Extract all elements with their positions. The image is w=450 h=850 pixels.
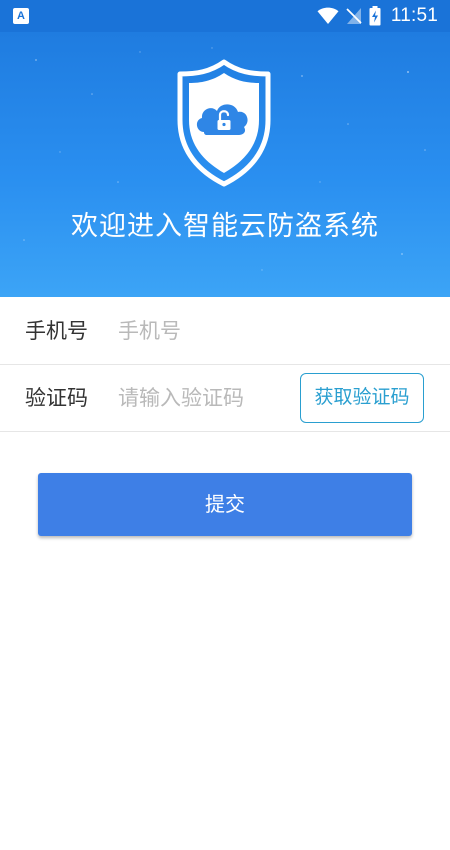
code-label: 验证码 (25, 386, 88, 410)
page-title: 欢迎进入智能云防盗系统 (71, 211, 379, 242)
no-signal-icon (346, 8, 362, 24)
code-row: 验证码 获取验证码 (0, 365, 450, 432)
phone-row: 手机号 (0, 298, 450, 365)
header-banner: 欢迎进入智能云防盗系统 (0, 32, 450, 297)
clock-time: 11:51 (390, 5, 438, 26)
submit-button[interactable]: 提交 (38, 473, 412, 536)
status-bar: A 11:51 (0, 0, 450, 32)
verification-code-input[interactable] (118, 378, 288, 418)
wifi-icon (317, 7, 339, 24)
battery-charging-icon (369, 6, 381, 26)
phone-label: 手机号 (25, 319, 88, 343)
app-notification-icon: A (13, 8, 29, 24)
shield-cloud-lock-icon (177, 59, 271, 187)
status-bar-right: 11:51 (317, 0, 438, 32)
get-code-button[interactable]: 获取验证码 (300, 373, 424, 423)
phone-input[interactable] (118, 311, 288, 351)
